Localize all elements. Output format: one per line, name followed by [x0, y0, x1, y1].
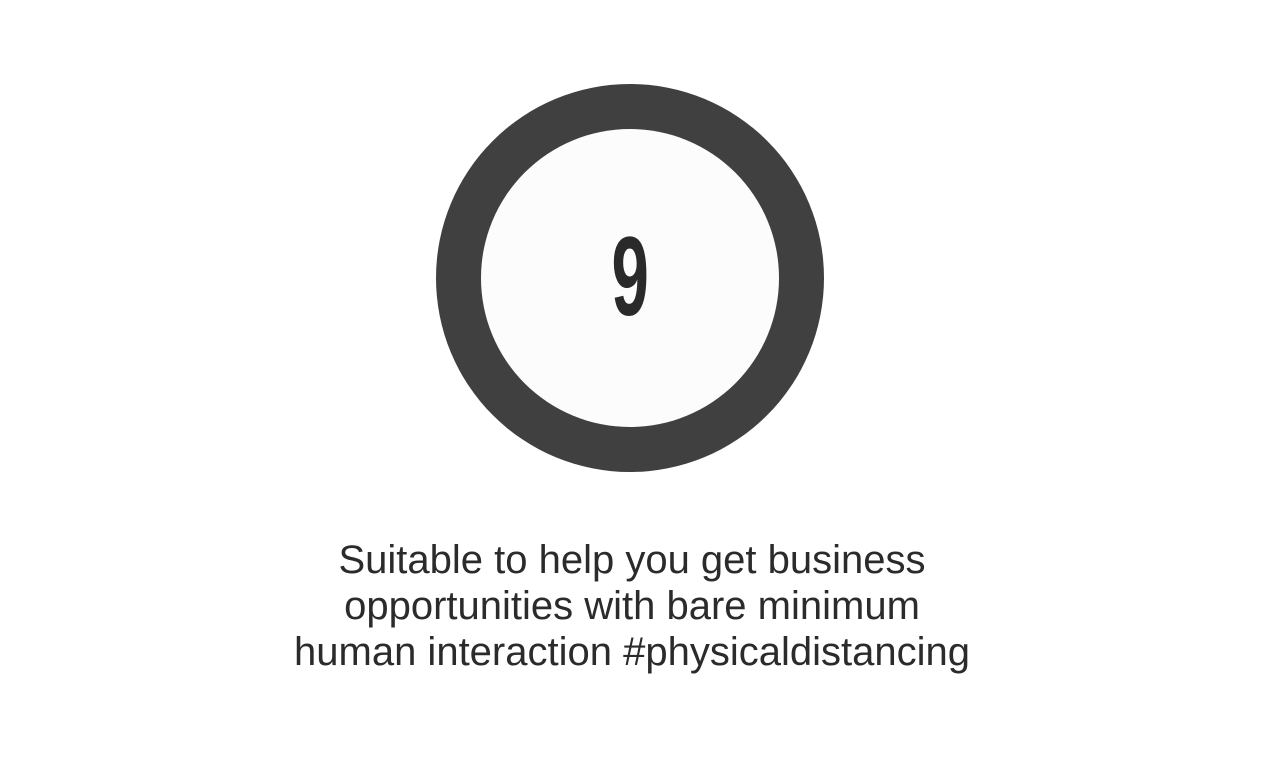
- caption-line: human interaction #physicaldistancing: [294, 630, 970, 674]
- number-ring-center: 9: [481, 129, 779, 427]
- caption-line: opportunities with bare minimum: [344, 584, 920, 628]
- feature-slide: 9 Suitable to help you get business oppo…: [0, 0, 1264, 760]
- feature-caption: Suitable to help you get business opport…: [232, 537, 1032, 675]
- feature-number: 9: [611, 214, 649, 339]
- number-ring: 9: [436, 84, 824, 472]
- caption-line: Suitable to help you get business: [338, 538, 926, 582]
